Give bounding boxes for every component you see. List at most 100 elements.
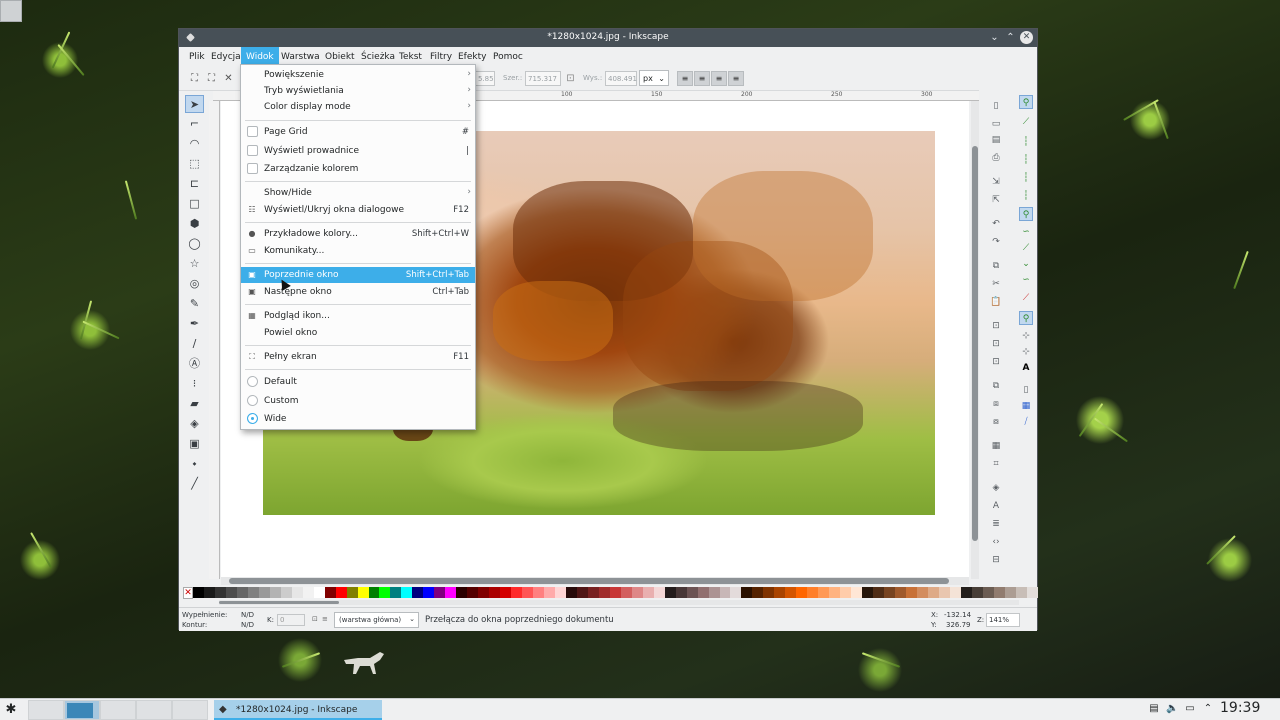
snap-path-icon[interactable]: ∽ — [1019, 225, 1033, 239]
menu-item-previous-window[interactable]: ▣ Poprzednie okno Shift+Ctrl+Tab — [241, 267, 475, 283]
color-swatch[interactable] — [522, 587, 534, 598]
snap-bbox-edge-icon[interactable]: ┆ — [1019, 135, 1033, 149]
selector-tool-icon[interactable]: ➤ — [185, 95, 204, 113]
menu-item-toggle-dialogs[interactable]: ☷ Wyświetl/Ukryj okna dialogowe F12 — [241, 202, 475, 218]
print-icon[interactable]: ⎙ — [989, 151, 1003, 165]
clock[interactable]: 19:39 — [1220, 700, 1260, 716]
snap-rotation-center-icon[interactable]: ⊹ — [1019, 345, 1033, 359]
unlink-clone-icon[interactable]: ⧇ — [989, 415, 1003, 429]
3dbox-tool-icon[interactable]: ⬢ — [185, 215, 204, 233]
vertical-scrollbar[interactable] — [971, 101, 979, 579]
horizontal-scrollbar[interactable] — [221, 577, 969, 585]
color-swatch[interactable] — [741, 587, 753, 598]
menu-item-zoom[interactable]: Powiększenie › — [241, 67, 475, 83]
color-swatch[interactable] — [1015, 587, 1027, 598]
radio-button-selected[interactable] — [247, 413, 258, 424]
color-swatch[interactable] — [203, 587, 215, 598]
snap-page-border-icon[interactable]: ▯ — [1019, 383, 1033, 397]
color-swatch[interactable] — [982, 587, 994, 598]
pencil-tool-icon[interactable]: ✎ — [185, 295, 204, 313]
color-swatch[interactable] — [565, 587, 577, 598]
color-swatch[interactable] — [401, 587, 413, 598]
zoom-drawing-icon[interactable]: ⊡ — [989, 337, 1003, 351]
snap-midpoint-icon[interactable]: ⟋ — [1019, 291, 1033, 305]
color-swatch[interactable] — [818, 587, 830, 598]
color-swatch[interactable] — [576, 587, 588, 598]
color-swatch[interactable] — [916, 587, 928, 598]
ellipse-tool-icon[interactable]: ◯ — [185, 235, 204, 253]
bucket-tool-icon[interactable]: ◈ — [185, 415, 204, 433]
snap-bbox-center-icon[interactable]: ┆ — [1019, 189, 1033, 203]
lock-layer-icon[interactable]: ⊡ — [312, 615, 318, 623]
zoom-page-icon[interactable]: ⊡ — [989, 355, 1003, 369]
scroll-thumb[interactable] — [229, 578, 949, 584]
snap-bbox-icon[interactable]: ⟋ — [1019, 115, 1033, 129]
desktop-icon[interactable] — [0, 0, 22, 22]
spray-tool-icon[interactable]: ⁝ — [185, 375, 204, 393]
checkbox[interactable] — [247, 145, 258, 156]
select-all-layers-icon[interactable]: ⛶ — [206, 73, 217, 84]
layers-icon[interactable]: ≣ — [989, 517, 1003, 531]
height-field[interactable]: 408.491 — [605, 71, 637, 86]
title-bar[interactable]: *1280x1024.jpg - Inkscape ⌄ ⌃ ✕ — [179, 29, 1037, 47]
color-swatch[interactable] — [236, 587, 248, 598]
spiral-tool-icon[interactable]: ◎ — [185, 275, 204, 293]
color-swatch[interactable] — [302, 587, 314, 598]
virtual-desktop-2[interactable] — [64, 700, 100, 720]
duplicate-icon[interactable]: ⧉ — [989, 379, 1003, 393]
menu-item-guides[interactable]: Wyświetl prowadnice | — [241, 143, 475, 159]
color-swatch[interactable] — [960, 587, 972, 598]
color-swatch[interactable] — [664, 587, 676, 598]
pen-tool-icon[interactable]: ✒ — [185, 315, 204, 333]
snap-intersection-icon[interactable]: ⟋ — [1019, 241, 1033, 255]
menu-item-mode-default[interactable]: Default — [241, 374, 475, 390]
color-swatch[interactable] — [269, 587, 281, 598]
menu-item-mode-custom[interactable]: Custom — [241, 393, 475, 409]
snap-nodes-icon[interactable]: ⚲ — [1019, 207, 1033, 221]
color-swatch[interactable] — [533, 587, 544, 598]
color-swatch[interactable] — [971, 587, 983, 598]
color-swatch[interactable] — [214, 587, 226, 598]
cut-icon[interactable]: ✂ — [989, 277, 1003, 291]
color-swatch[interactable] — [884, 587, 895, 598]
color-swatch[interactable] — [730, 587, 742, 598]
virtual-desktop-1[interactable] — [28, 700, 64, 720]
checkbox[interactable] — [247, 126, 258, 137]
snap-grid-icon[interactable]: ▦ — [1019, 399, 1033, 413]
calligraphy-tool-icon[interactable]: ∕ — [185, 335, 204, 353]
color-swatch[interactable] — [193, 587, 204, 598]
new-document-icon[interactable]: ▯ — [989, 99, 1003, 113]
paste-icon[interactable]: 📋 — [989, 295, 1003, 309]
menu-item-display-mode[interactable]: Tryb wyświetlania › — [241, 83, 475, 99]
color-swatch[interactable] — [829, 587, 841, 598]
color-swatch[interactable] — [1004, 587, 1016, 598]
align-icon[interactable]: ≡ — [694, 71, 710, 86]
color-swatch[interactable] — [927, 587, 939, 598]
color-swatch[interactable] — [949, 587, 961, 598]
color-swatch[interactable] — [938, 587, 950, 598]
color-swatch[interactable] — [905, 587, 917, 598]
color-swatch[interactable] — [357, 587, 369, 598]
virtual-desktop-5[interactable] — [172, 700, 208, 720]
color-swatch[interactable] — [390, 587, 402, 598]
redo-icon[interactable]: ↷ — [989, 235, 1003, 249]
zoom-field[interactable]: 141% — [986, 613, 1020, 627]
checkbox[interactable] — [247, 163, 258, 174]
menu-item-messages[interactable]: ▭ Komunikaty... — [241, 243, 475, 259]
snap-bbox-midpoint-icon[interactable]: ┆ — [1019, 171, 1033, 185]
menu-item-fullscreen[interactable]: ⛶ Pełny ekran F11 — [241, 349, 475, 365]
color-swatch[interactable] — [642, 587, 654, 598]
tray-expand-icon[interactable]: ⌃ — [1202, 703, 1214, 715]
color-swatch[interactable] — [423, 587, 435, 598]
scroll-thumb[interactable] — [219, 601, 339, 604]
menu-item-icon-preview[interactable]: ▦ Podgląd ikon... — [241, 308, 475, 324]
export-icon[interactable]: ⇱ — [989, 193, 1003, 207]
color-swatch[interactable] — [511, 587, 523, 598]
save-icon[interactable]: ▤ — [989, 133, 1003, 147]
xml-editor-icon[interactable]: ‹› — [989, 535, 1003, 549]
color-swatch[interactable] — [774, 587, 786, 598]
snap-center-icon[interactable]: ⊹ — [1019, 329, 1033, 343]
measure-tool-icon[interactable]: ⊏ — [185, 175, 204, 193]
color-swatch[interactable] — [598, 587, 610, 598]
align-icon[interactable]: ≡ — [677, 71, 693, 86]
